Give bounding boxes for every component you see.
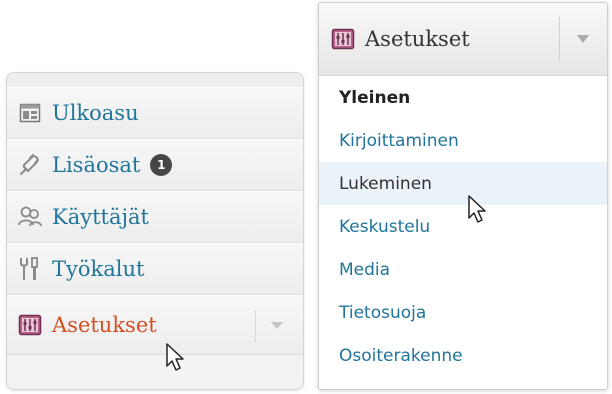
menu-item-ulkoasu[interactable]: Ulkoasu <box>7 87 303 139</box>
tools-icon <box>16 255 44 283</box>
menu-item-label: Asetukset <box>52 313 157 337</box>
menu-item-label: Työkalut <box>52 257 145 281</box>
menu-item-label: Lisäosat <box>52 153 141 177</box>
submenu-item-keskustelu[interactable]: Keskustelu <box>319 205 607 248</box>
menu-top-strip <box>7 73 303 87</box>
dropdown-title: Asetukset <box>365 27 470 51</box>
menu-item-label: Ulkoasu <box>52 101 139 125</box>
settings-icon <box>329 25 357 53</box>
menu-item-asetukset[interactable]: Asetukset <box>7 295 303 355</box>
header-divider <box>559 17 560 61</box>
appearance-icon <box>16 99 44 127</box>
menu-item-lisaosat[interactable]: Lisäosat 1 <box>7 139 303 191</box>
menu-item-label: Käyttäjät <box>52 205 149 229</box>
submenu-item-kirjoittaminen[interactable]: Kirjoittaminen <box>319 119 607 162</box>
dropdown-header[interactable]: Asetukset <box>319 3 607 76</box>
menu-item-tyokalut[interactable]: Työkalut <box>7 243 303 295</box>
menu-item-kayttajat[interactable]: Käyttäjät <box>7 191 303 243</box>
submenu-item-osoiterakenne[interactable]: Osoiterakenne <box>319 334 607 377</box>
settings-dropdown: Asetukset Yleinen Kirjoittaminen Lukemin… <box>318 2 608 390</box>
menu-item-divider <box>255 310 256 342</box>
submenu-item-yleinen[interactable]: Yleinen <box>319 76 607 119</box>
admin-menu: Ulkoasu Lisäosat 1 Käyttäjät Työkalut As… <box>6 72 304 390</box>
settings-icon <box>16 311 44 339</box>
submenu-item-tietosuoja[interactable]: Tietosuoja <box>319 291 607 334</box>
update-count-badge: 1 <box>150 154 173 176</box>
submenu-item-lukeminen[interactable]: Lukeminen <box>319 162 607 205</box>
chevron-down-icon[interactable] <box>271 322 283 329</box>
chevron-down-icon[interactable] <box>577 35 589 43</box>
plugins-icon <box>16 151 44 179</box>
settings-submenu: Yleinen Kirjoittaminen Lukeminen Keskust… <box>319 76 607 377</box>
users-icon <box>16 203 44 231</box>
submenu-item-media[interactable]: Media <box>319 248 607 291</box>
